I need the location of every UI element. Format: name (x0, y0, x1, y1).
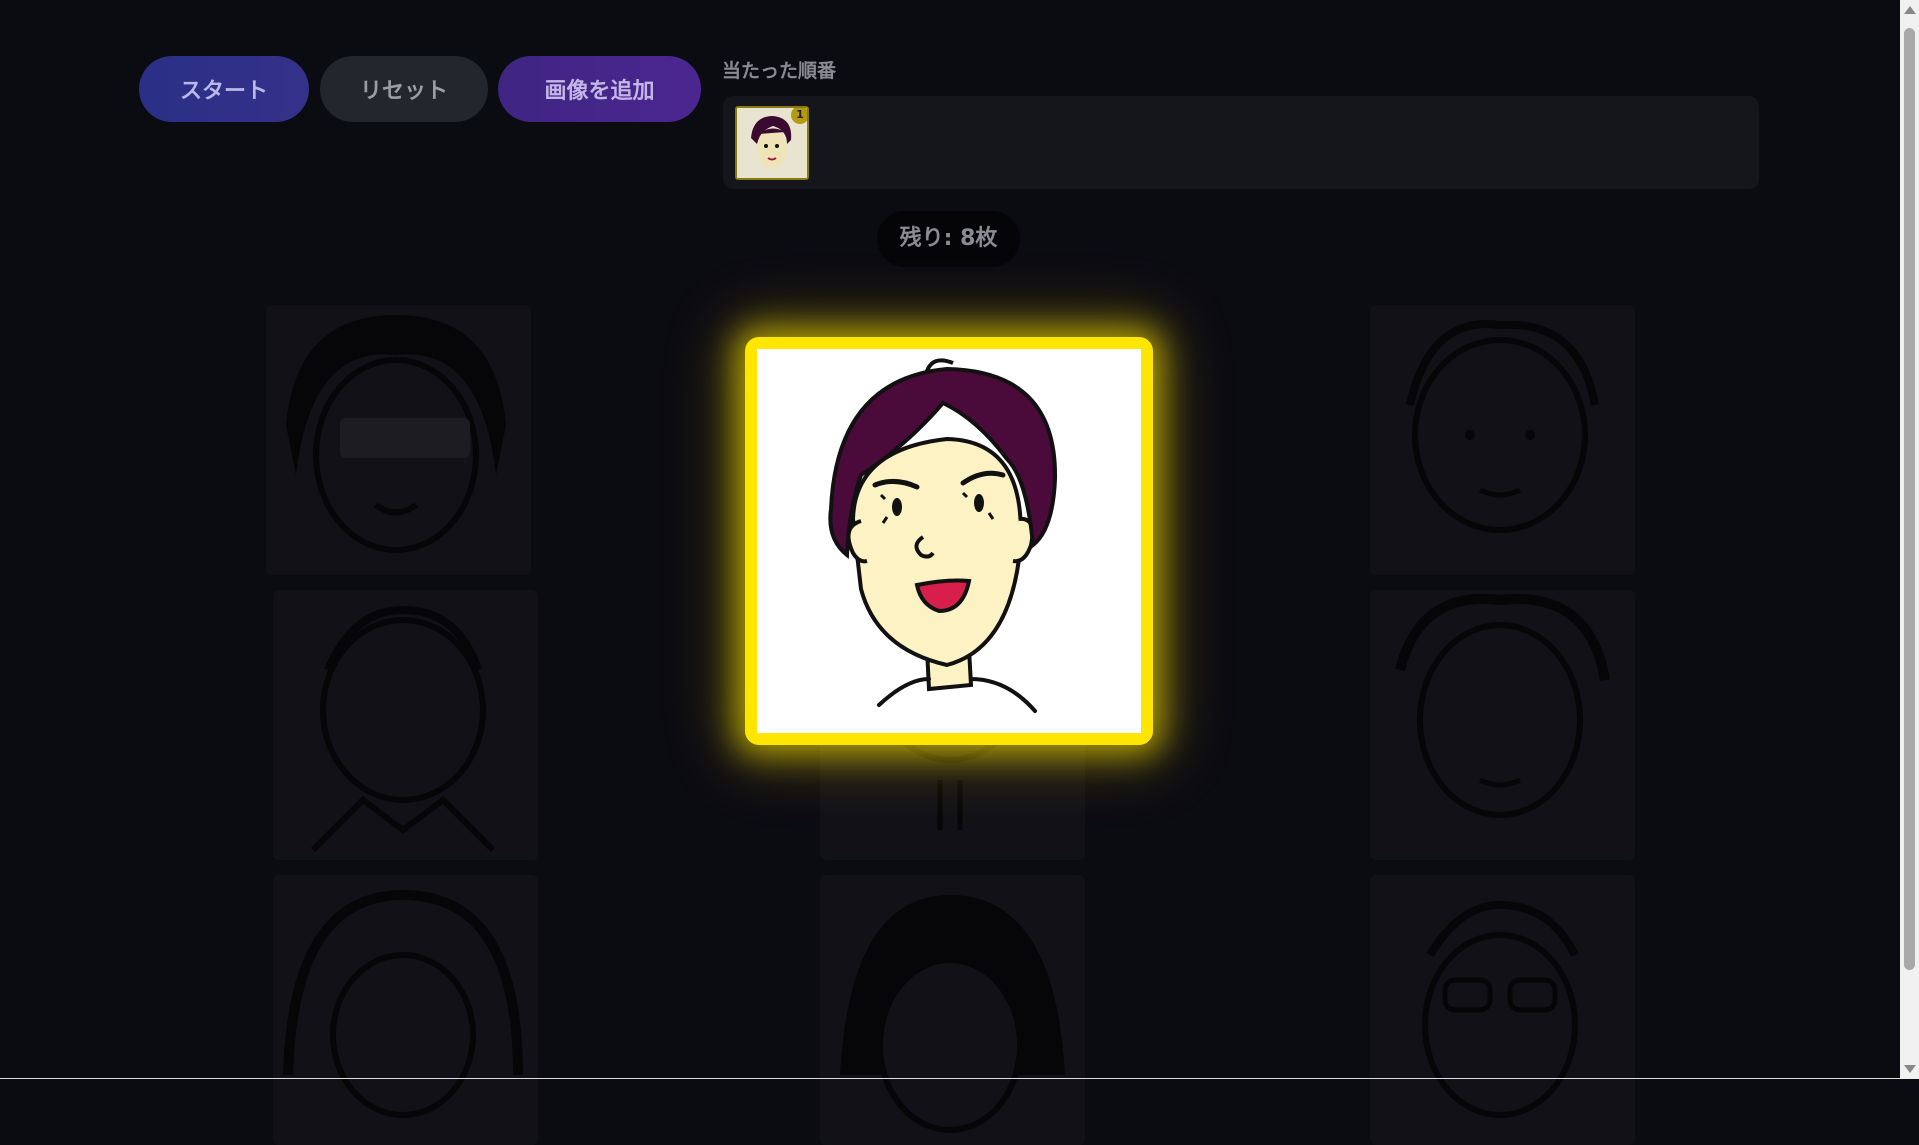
selected-card[interactable] (745, 337, 1153, 745)
reset-button[interactable]: リセット (320, 56, 488, 122)
scroll-down-arrow-icon[interactable] (1904, 1065, 1916, 1073)
grid-card[interactable] (820, 875, 1085, 1145)
grid-card[interactable] (1370, 875, 1635, 1145)
add-image-button[interactable]: 画像を追加 (498, 56, 701, 122)
face-avatar-icon (310, 605, 496, 853)
face-avatar-purple-hair-icon (757, 349, 1141, 733)
order-rank-badge: 1 (791, 108, 807, 124)
face-avatar-icon (1406, 320, 1599, 533)
face-avatar-icon (840, 895, 1065, 1133)
face-avatar-icon (1422, 900, 1579, 1118)
scroll-up-arrow-icon[interactable] (1904, 6, 1916, 14)
face-avatar-icon (283, 889, 523, 1118)
scrollbar-thumb[interactable] (1904, 28, 1915, 970)
face-avatar-icon (1395, 593, 1610, 818)
order-item-thumbnail[interactable]: 1 (735, 106, 809, 180)
grid-card[interactable] (1370, 305, 1635, 575)
remaining-counter: 残り: 8枚 (877, 211, 1020, 267)
grid-card[interactable] (1370, 590, 1635, 860)
order-list: 1 (723, 96, 1759, 189)
grid-card[interactable] (273, 875, 538, 1145)
order-label: 当たった順番 (722, 60, 837, 82)
vertical-scrollbar[interactable] (1900, 0, 1919, 1079)
card-overlay-label (340, 418, 470, 458)
start-button[interactable]: スタート (139, 56, 309, 122)
grid-card[interactable] (273, 590, 538, 860)
